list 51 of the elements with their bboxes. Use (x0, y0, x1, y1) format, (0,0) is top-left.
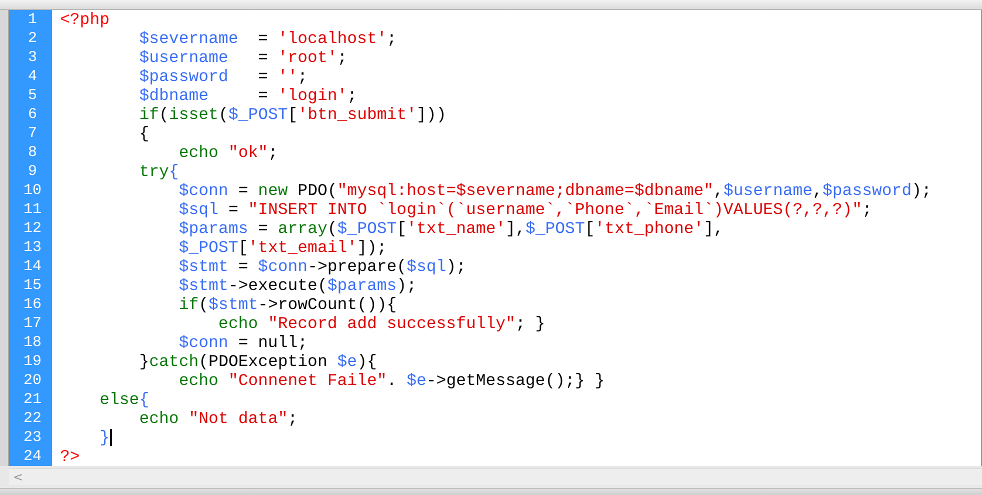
line-number: 17 (22, 314, 42, 333)
code-line: $dbname = 'login'; (138, 86, 358, 105)
code-line: $stmt->execute($params); (178, 276, 416, 295)
text-cursor (110, 429, 112, 446)
code-line: $params = array($_POST['txt_name'],$_POST['txt_phone'], (178, 219, 724, 238)
code-line: else{ (98, 390, 150, 409)
line-number: 13 (22, 238, 42, 257)
line-number: 10 (22, 181, 42, 200)
line-number: 2 (26, 29, 38, 48)
code-line: $stmt = $conn->prepare($sql); (178, 257, 466, 276)
code-line: try{ (138, 162, 179, 181)
code-line: if(isset($_POST['btn_submit'])) (138, 105, 446, 124)
line-number: 6 (26, 105, 38, 124)
line-number: 12 (22, 219, 42, 238)
code-line: if($stmt->rowCount()){ (178, 295, 397, 314)
horizontal-scrollbar[interactable]: < (9, 468, 982, 485)
line-number: 14 (22, 257, 42, 276)
code-line: $sql = "INSERT INTO `login`(`username`,`Phone`,`Email`)VALUES(?,?,?)"; (178, 200, 872, 219)
line-number: 8 (26, 143, 38, 162)
line-number: 20 (22, 371, 42, 390)
line-number: 19 (22, 352, 42, 371)
code-line: echo "Not data"; (138, 409, 298, 428)
line-number: 7 (26, 124, 38, 143)
code-line: <?php (60, 10, 110, 29)
line-number: 9 (26, 162, 38, 181)
line-number: 5 (26, 86, 38, 105)
code-line: $conn = new PDO("mysql:host=$severname;dbname=$dbname",$username,$password); (178, 181, 932, 200)
code-line: $severname = 'localhost'; (138, 29, 397, 48)
line-number: 21 (22, 390, 42, 409)
line-number: 11 (22, 200, 42, 219)
code-line: $_POST['txt_email']); (178, 238, 387, 257)
code-line: $username = 'root'; (138, 48, 348, 67)
code-line: $conn = null; (178, 333, 308, 352)
code-line: }catch(PDOException $e){ (138, 352, 377, 371)
line-number: 16 (22, 295, 42, 314)
code-line: $password = ''; (138, 67, 308, 86)
code-line: echo "ok"; (178, 143, 278, 162)
line-number: 22 (22, 409, 42, 428)
line-number: 23 (22, 428, 42, 447)
line-number: 18 (22, 333, 42, 352)
line-number: 3 (26, 48, 38, 67)
line-number: 4 (26, 67, 38, 86)
line-number: 1 (26, 10, 38, 29)
line-number: 24 (22, 447, 42, 466)
code-line: } (98, 428, 110, 447)
code-line: echo "Record add successfully"; } (217, 314, 546, 333)
code-line: ?> (60, 447, 80, 466)
code-line: { (138, 124, 150, 143)
scroll-left-button[interactable]: < (9, 470, 28, 484)
code-line: echo "Connenet Faile". $e->getMessage();} } (178, 371, 605, 390)
line-number: 15 (22, 276, 42, 295)
